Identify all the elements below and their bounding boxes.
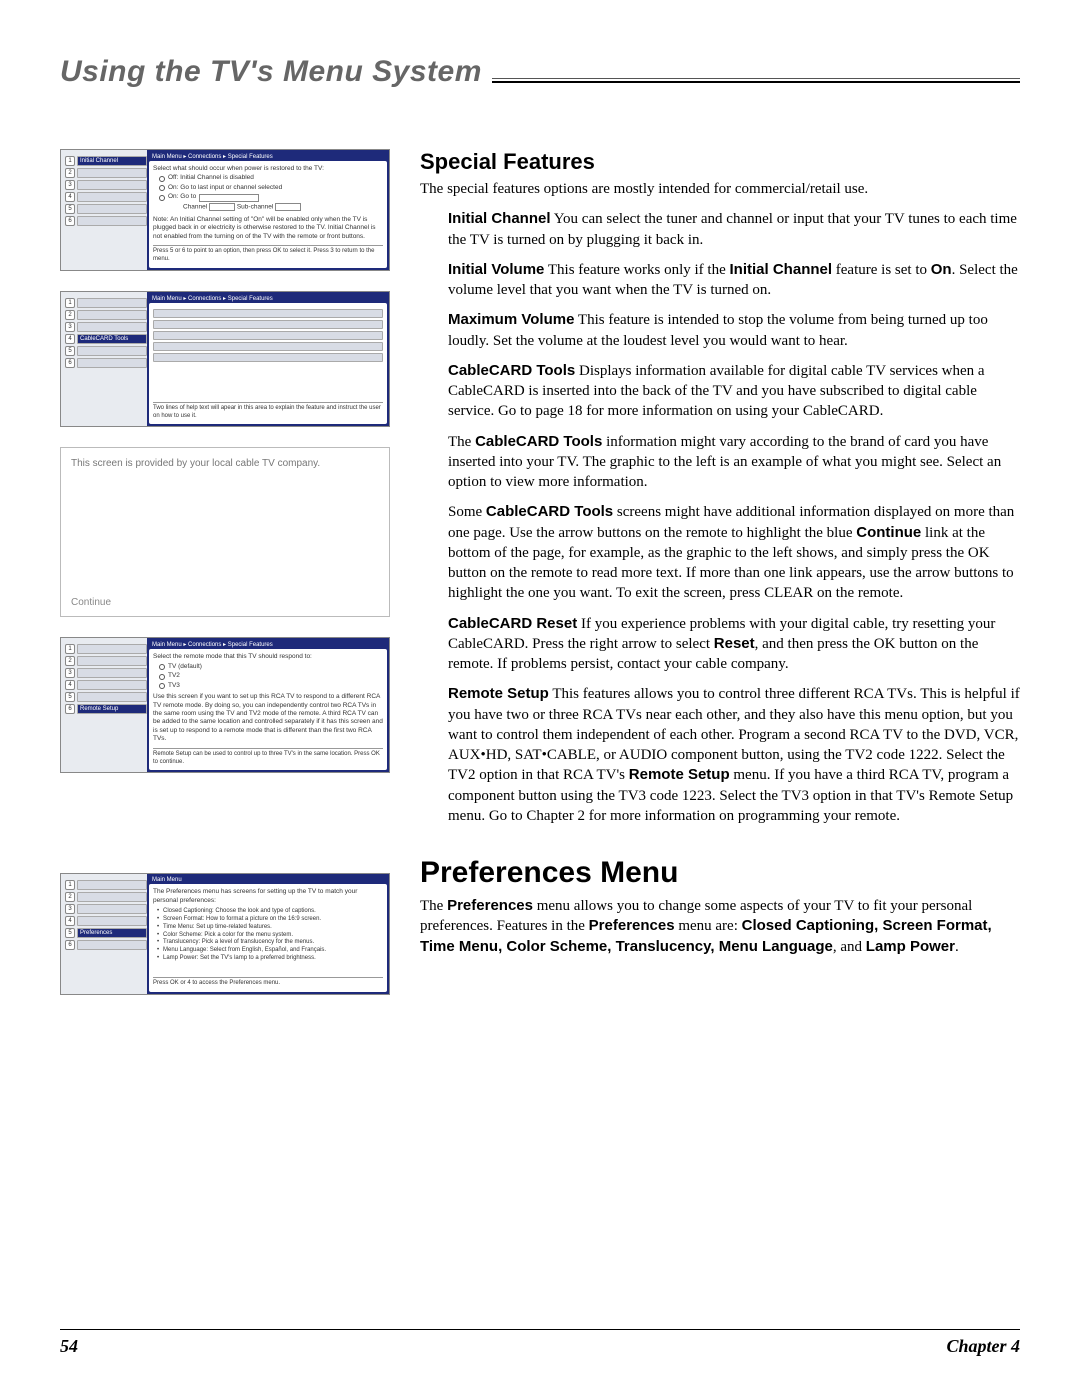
- panel-body: Use this screen if you want to set up th…: [153, 693, 383, 744]
- para-initial-channel: Initial Channel You can select the tuner…: [448, 209, 1020, 250]
- para-preferences: The Preferences menu allows you to chang…: [420, 896, 1020, 957]
- bullet-time-menu: Time Menu: Set up time-related features.: [157, 924, 383, 932]
- breadcrumb: Main Menu ▸ Connections ▸ Special Featur…: [149, 294, 387, 303]
- panel-help: Remote Setup can be used to control up t…: [153, 748, 383, 767]
- para-cablecard-reset: CableCARD Reset If you experience proble…: [448, 614, 1020, 675]
- tab-remote-setup: Remote Setup: [77, 704, 147, 714]
- para-cablecard-some: Some CableCARD Tools screens might have …: [448, 502, 1020, 603]
- panel-help: Press 5 or 6 to point to an option, then…: [153, 245, 383, 264]
- bullet-menu-language: Menu Language: Select from English, Espa…: [157, 947, 383, 955]
- special-intro: The special features options are mostly …: [420, 179, 1020, 199]
- figure-initial-channel: 1Initial Channel 2 3 4 5 6 Main Menu ▸ C…: [60, 149, 390, 271]
- opt-tv1: TV (default): [168, 663, 202, 671]
- panel-intro: Select what should occur when power is r…: [153, 165, 383, 173]
- figure-preferences: 1 2 3 4 5Preferences 6 Main Menu The Pre…: [60, 873, 390, 994]
- opt-last: On: Go to last input or channel selected: [168, 184, 282, 192]
- para-remote-setup: Remote Setup This features allows you to…: [448, 684, 1020, 826]
- opt-off: Off: Initial Channel is disabled: [168, 174, 254, 182]
- para-cablecard-note: The CableCARD Tools information might va…: [448, 432, 1020, 493]
- body-text-column: Special Features The special features op…: [420, 149, 1020, 995]
- figure-cable-provider-screen: This screen is provided by your local ca…: [60, 447, 390, 617]
- para-cablecard-tools: CableCARD Tools Displays information ava…: [448, 361, 1020, 422]
- breadcrumb: Main Menu: [149, 876, 387, 884]
- page-footer: 54 Chapter 4: [60, 1329, 1020, 1357]
- bullet-translucency: Translucency: Pick a level of translucen…: [157, 939, 383, 947]
- tab-preferences: Preferences: [77, 928, 147, 938]
- opt-goto: On: Go to: [168, 193, 196, 201]
- provider-text: This screen is provided by your local ca…: [71, 458, 379, 469]
- chapter-title: Using the TV's Menu System: [60, 55, 482, 89]
- title-rule: [492, 78, 1020, 83]
- breadcrumb: Main Menu ▸ Connections ▸ Special Featur…: [149, 640, 387, 649]
- panel-help: Press OK or 4 to access the Preferences …: [153, 977, 383, 988]
- panel-note: Note: An Initial Channel setting of "On"…: [153, 216, 383, 241]
- panel-intro: The Preferences menu has screens for set…: [153, 888, 383, 905]
- preferences-heading: Preferences Menu: [420, 856, 1020, 890]
- para-initial-volume: Initial Volume This feature works only i…: [448, 260, 1020, 301]
- bullet-lamp-power: Lamp Power: Set the TV's lamp to a prefe…: [157, 955, 383, 963]
- opt-tv3: TV3: [168, 682, 180, 690]
- figures-column: 1Initial Channel 2 3 4 5 6 Main Menu ▸ C…: [60, 149, 390, 995]
- tab-cablecard: CableCARD Tools: [77, 334, 147, 344]
- channel-label: Channel: [183, 203, 207, 210]
- panel-help: Two lines of help text will apear in thi…: [153, 402, 383, 421]
- opt-tv2: TV2: [168, 672, 180, 680]
- figure-cablecard-tools: 1 2 3 4CableCARD Tools 5 6 Main Menu ▸ C…: [60, 291, 390, 428]
- bullet-cc: Closed Captioning: Choose the look and t…: [157, 908, 383, 916]
- figure-remote-setup: 1 2 3 4 5 6Remote Setup Main Menu ▸ Conn…: [60, 637, 390, 773]
- chapter-label: Chapter 4: [946, 1336, 1020, 1357]
- breadcrumb: Main Menu ▸ Connections ▸ Special Featur…: [149, 152, 387, 161]
- subchannel-label: Sub-channel: [237, 203, 274, 210]
- bullet-screen-format: Screen Format: How to format a picture o…: [157, 916, 383, 924]
- page-number: 54: [60, 1336, 78, 1357]
- panel-intro: Select the remote mode that this TV shou…: [153, 653, 383, 661]
- bullet-color-scheme: Color Scheme: Pick a color for the menu …: [157, 932, 383, 940]
- continue-link: Continue: [71, 597, 111, 608]
- special-features-heading: Special Features: [420, 149, 1020, 175]
- tab-initial-channel: Initial Channel: [77, 156, 147, 166]
- para-max-volume: Maximum Volume This feature is intended …: [448, 310, 1020, 351]
